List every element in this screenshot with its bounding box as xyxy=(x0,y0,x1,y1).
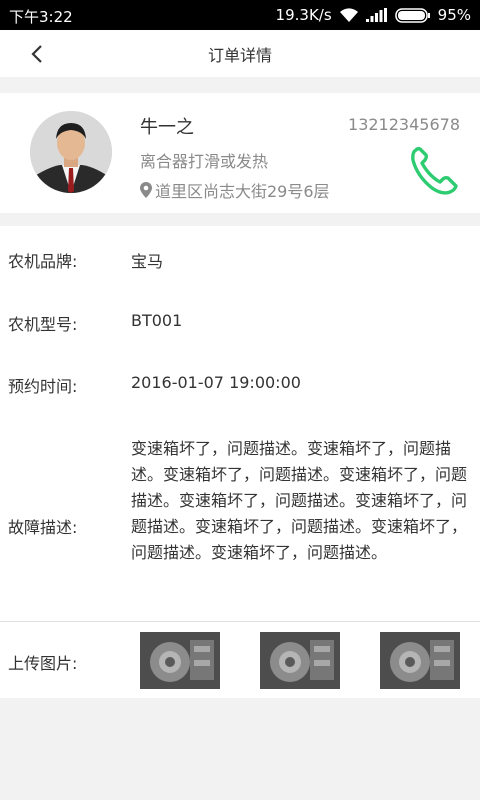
description-label: 故障描述: xyxy=(8,518,78,537)
net-speed: 19.3K/s xyxy=(275,6,332,24)
images-label: 上传图片: xyxy=(8,654,78,673)
avatar xyxy=(30,111,112,193)
divider xyxy=(0,621,480,622)
wifi-icon xyxy=(339,7,358,22)
page-title: 订单详情 xyxy=(207,46,272,65)
upload-image-3[interactable] xyxy=(380,632,460,689)
time-value: 2016-01-07 19:00:00 xyxy=(131,373,301,392)
model-label: 农机型号: xyxy=(8,315,78,334)
status-bar: 下午3:22 19.3K/s 95% xyxy=(0,0,480,30)
upload-image-1[interactable] xyxy=(140,632,220,689)
customer-address: 道里区尚志大街29号6层 xyxy=(140,178,330,202)
signal-icon xyxy=(365,8,387,22)
customer-phone: 13212345678 xyxy=(348,115,460,134)
battery-icon xyxy=(394,7,430,23)
phone-icon xyxy=(411,146,458,195)
battery-level: 95% xyxy=(437,6,471,24)
address-text: 道里区尚志大街29号6层 xyxy=(155,182,330,201)
call-button[interactable] xyxy=(408,144,460,196)
description-text: 变速箱坏了，问题描述。变速箱坏了，问题描述。变速箱坏了，问题描述。变速箱坏了，问… xyxy=(131,439,468,562)
order-details: 农机品牌: 宝马 农机型号: BT001 预约时间: 2016-01-07 19… xyxy=(0,226,480,698)
upload-image-2[interactable] xyxy=(260,632,340,689)
issue-summary: 离合器打滑或发热 xyxy=(140,152,269,171)
model-value: BT001 xyxy=(131,311,183,330)
customer-card: 牛一之 13212345678 离合器打滑或发热 道里区尚志大街29号6层 xyxy=(0,93,480,213)
brand-value: 宝马 xyxy=(131,252,164,271)
time-label: 预约时间: xyxy=(8,377,78,396)
brand-label: 农机品牌: xyxy=(8,252,78,271)
customer-name: 牛一之 xyxy=(140,117,194,138)
nav-bar: 订单详情 xyxy=(0,30,480,77)
location-pin-icon xyxy=(140,182,152,198)
status-time: 下午3:22 xyxy=(9,8,73,26)
status-indicators: 19.3K/s 95% xyxy=(276,6,471,24)
